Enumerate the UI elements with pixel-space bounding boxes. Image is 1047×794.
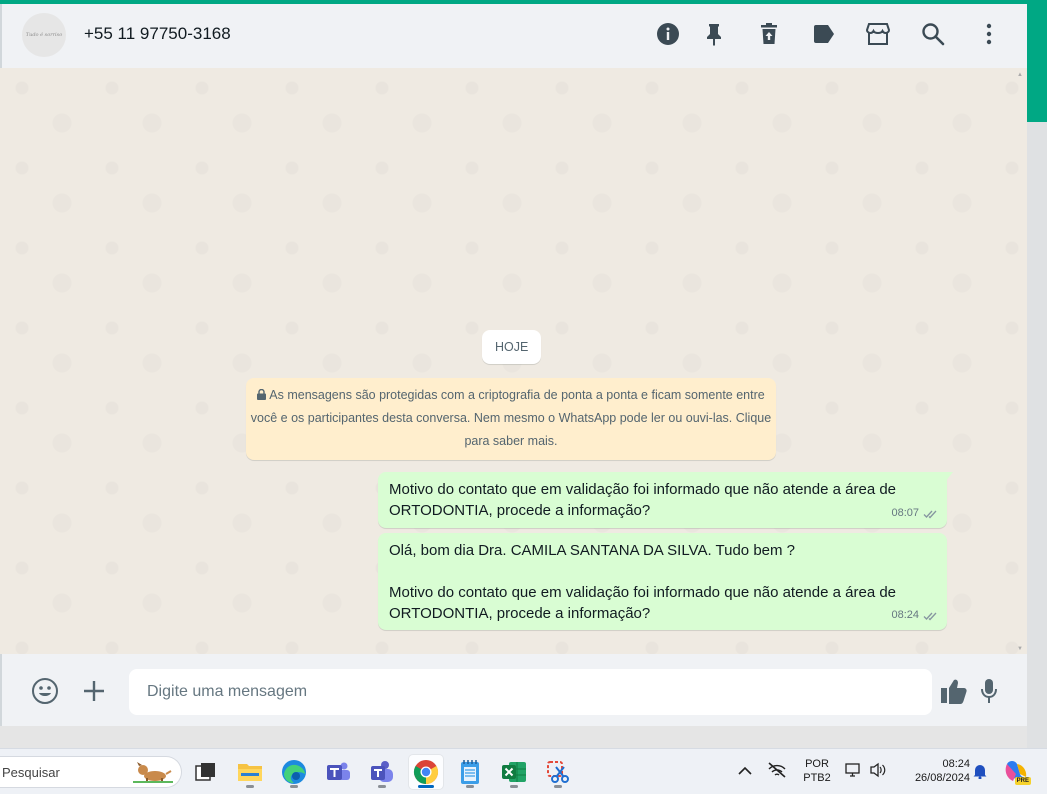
edge-icon[interactable] xyxy=(277,755,311,789)
task-view-icon[interactable] xyxy=(189,755,223,789)
clock-date: 26/08/2024 xyxy=(914,772,970,784)
copilot-badge: PRE xyxy=(1014,777,1031,785)
microphone-icon[interactable] xyxy=(974,676,1004,706)
network-off-icon[interactable] xyxy=(767,761,787,784)
teams-classic-icon[interactable] xyxy=(321,755,355,789)
message-text: Motivo do contato que em validação foi i… xyxy=(389,481,901,519)
thumbs-up-icon[interactable] xyxy=(939,676,969,706)
attach-plus-icon[interactable] xyxy=(79,676,109,706)
search-icon[interactable] xyxy=(920,21,946,47)
date-pill: HOJE xyxy=(482,330,542,364)
message-text: Olá, bom dia Dra. CAMILA SANTANA DA SILV… xyxy=(389,542,897,622)
scroll-down-arrow-icon[interactable]: ▼ xyxy=(1017,646,1023,652)
chat-header: Tudo é sorriso +55 11 97750-3168 xyxy=(0,4,1027,68)
encryption-notice-text: As mensagens são protegidas com a cripto… xyxy=(250,388,772,448)
info-icon[interactable] xyxy=(655,21,681,47)
scroll-up-arrow-icon[interactable]: ▲ xyxy=(1017,72,1023,78)
tray-overflow-chevron-icon[interactable] xyxy=(738,763,752,781)
display-icon[interactable] xyxy=(845,762,861,783)
excel-icon[interactable] xyxy=(497,755,531,789)
message-bubble[interactable]: Olá, bom dia Dra. CAMILA SANTANA DA SILV… xyxy=(378,533,947,630)
search-highlight-dog-icon xyxy=(133,762,173,783)
store-icon[interactable] xyxy=(865,21,891,47)
whatsapp-app: Tudo é sorriso +55 11 97750-3168 ▲ HOJE xyxy=(0,4,1027,726)
snipping-tool-icon[interactable] xyxy=(541,755,575,789)
message-input[interactable] xyxy=(129,669,932,715)
active-indicator xyxy=(418,785,434,788)
notification-bell-icon[interactable] xyxy=(973,763,987,784)
message-meta: 08:24 xyxy=(891,605,939,626)
input-language-bottom: PTB2 xyxy=(803,772,831,784)
avatar-logo-text: Tudo é sorriso xyxy=(25,32,63,38)
taskbar-search[interactable]: Pesquisar xyxy=(0,756,182,788)
notepad-icon[interactable] xyxy=(453,755,487,789)
chrome-icon[interactable] xyxy=(409,755,443,789)
message-composer xyxy=(0,654,1027,726)
contact-name[interactable]: +55 11 97750-3168 xyxy=(84,24,231,44)
encryption-notice[interactable]: As mensagens são protegidas com a cripto… xyxy=(246,378,776,460)
message-time: 08:07 xyxy=(891,507,919,519)
running-indicator xyxy=(466,785,474,788)
clock[interactable]: 08:24 26/08/2024 xyxy=(898,757,970,785)
lock-icon xyxy=(257,388,267,400)
conversation-panel[interactable]: ▲ HOJE As mensagens são protegidas com a… xyxy=(2,68,1027,654)
menu-icon[interactable] xyxy=(976,21,1002,47)
taskbar-search-label: Pesquisar xyxy=(2,764,60,780)
taskbar: Pesquisar POR PTB2 08:24 26/08/2024 PRE xyxy=(0,748,1047,794)
message-meta: 08:07 xyxy=(891,503,939,524)
running-indicator xyxy=(378,785,386,788)
running-indicator xyxy=(510,785,518,788)
file-explorer-icon[interactable] xyxy=(233,755,267,789)
clock-time: 08:24 xyxy=(942,758,970,770)
window-accent-side xyxy=(1027,0,1047,122)
emoji-icon[interactable] xyxy=(30,676,60,706)
running-indicator xyxy=(290,785,298,788)
bubble-tail xyxy=(945,472,953,482)
pin-icon[interactable] xyxy=(701,21,727,47)
double-check-icon xyxy=(923,612,937,620)
input-language[interactable]: POR PTB2 xyxy=(801,757,833,785)
scroll-gutter xyxy=(1027,122,1047,748)
copilot-icon[interactable]: PRE xyxy=(1003,758,1031,785)
running-indicator xyxy=(246,785,254,788)
running-indicator xyxy=(554,785,562,788)
double-check-icon xyxy=(923,510,937,518)
avatar[interactable]: Tudo é sorriso xyxy=(22,13,66,57)
delete-icon[interactable] xyxy=(756,21,782,47)
message-bubble[interactable]: Motivo do contato que em validação foi i… xyxy=(378,472,947,528)
message-time: 08:24 xyxy=(891,609,919,621)
volume-icon[interactable] xyxy=(869,762,887,783)
teams-icon[interactable] xyxy=(365,755,399,789)
label-icon[interactable] xyxy=(811,21,837,47)
input-language-top: POR xyxy=(805,758,829,770)
